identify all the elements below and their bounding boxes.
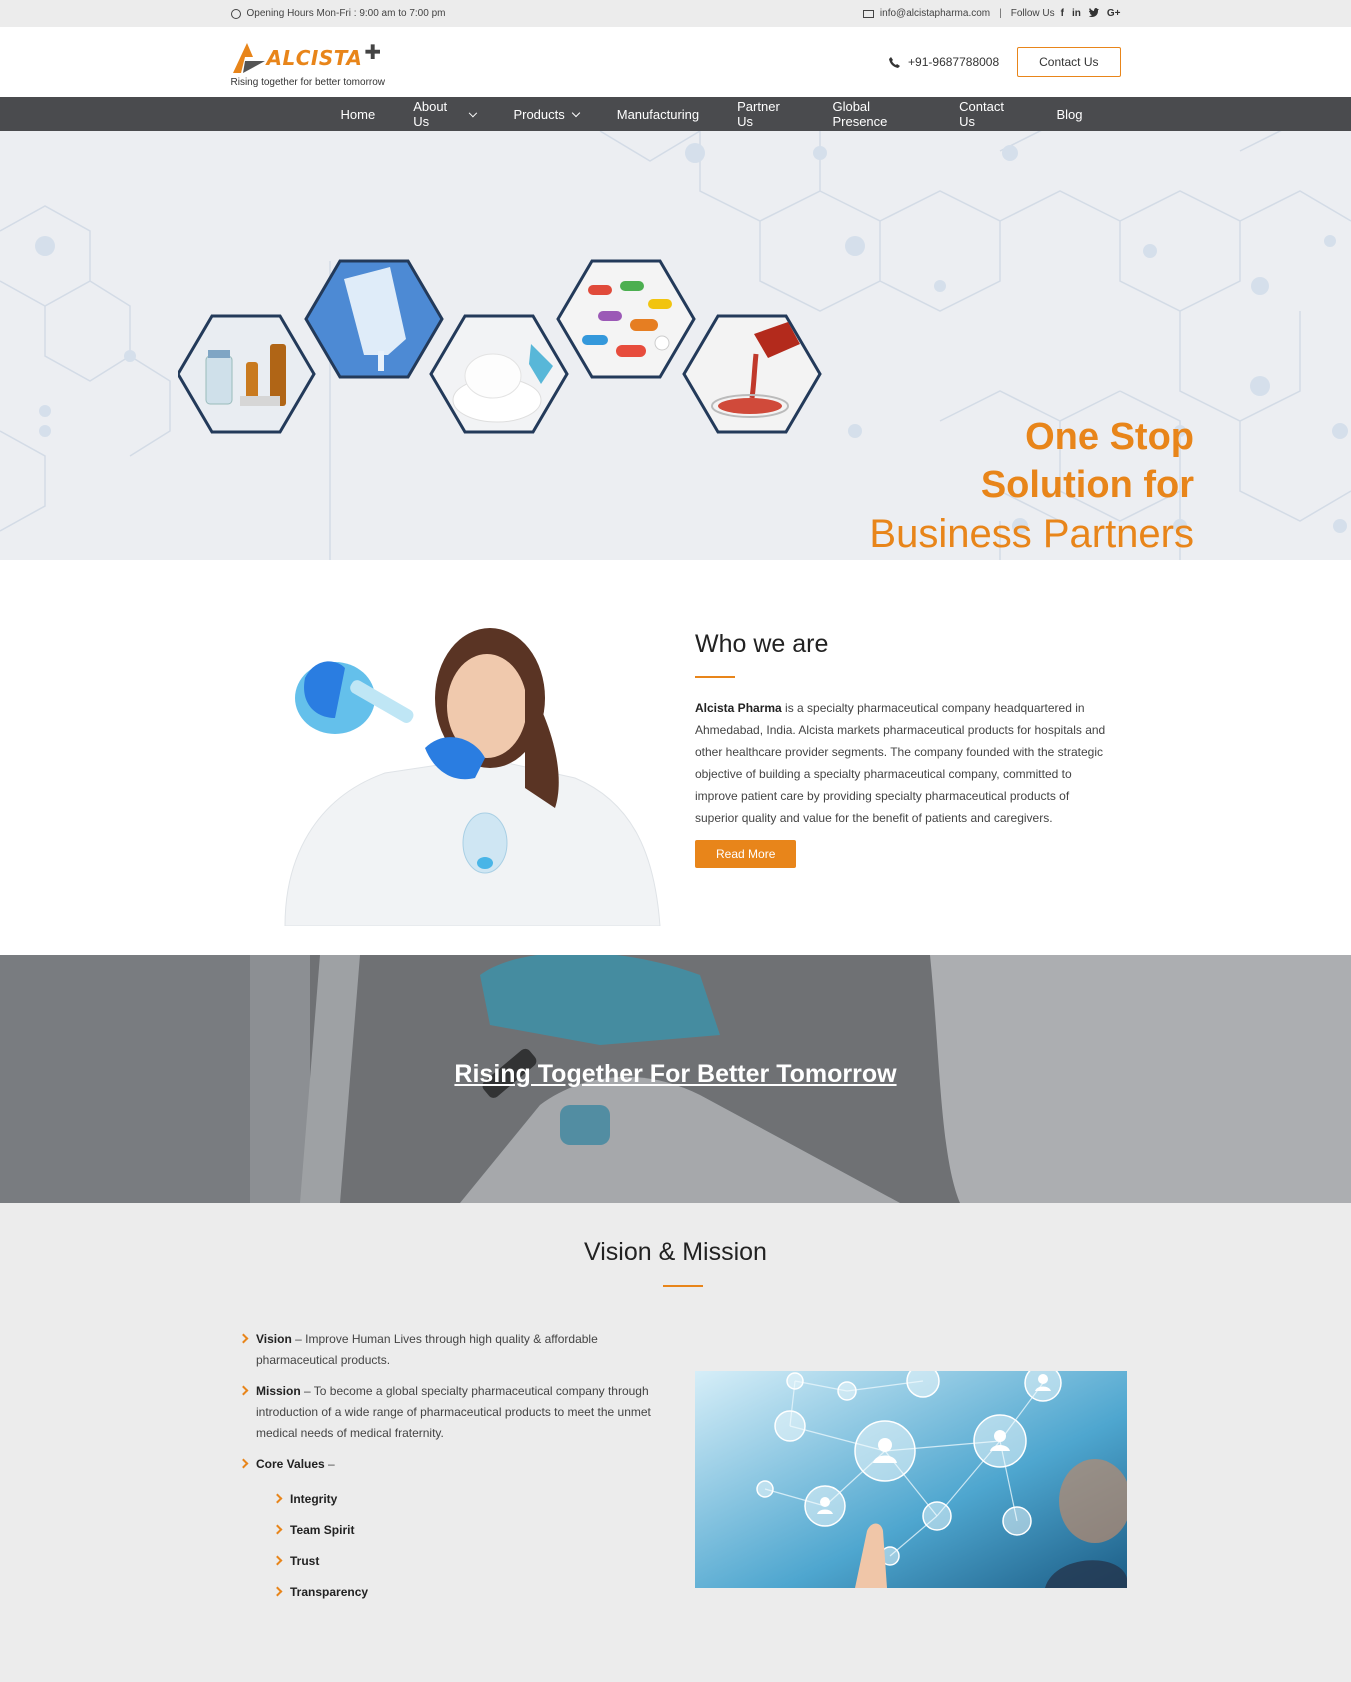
email-link[interactable]: info@alcistapharma.com <box>880 8 990 19</box>
item-text: – <box>324 1457 335 1471</box>
company-name: Alcista Pharma <box>695 701 782 715</box>
separator: | <box>999 8 1002 19</box>
chevron-right-icon <box>272 1555 283 1566</box>
item-term: Vision <box>256 1332 292 1346</box>
facebook-icon[interactable]: f <box>1061 8 1064 20</box>
header: ALCISTA ✚ Rising together for better tom… <box>0 27 1351 97</box>
nav-label: Products <box>513 106 565 122</box>
nav-item-partner-us[interactable]: Partner Us <box>737 99 794 129</box>
phone-text: +91-9687788008 <box>908 55 1000 69</box>
list-item-mission: Mission – To become a global specialty p… <box>238 1381 680 1444</box>
vision-mission-list: Vision – Improve Human Lives through hig… <box>238 1329 680 1613</box>
nav-label: Global Presence <box>832 99 888 129</box>
chevron-right-icon <box>272 1586 283 1597</box>
hero-line-2: Solution for <box>980 464 1194 506</box>
who-we-are-description: Alcista Pharma is a specialty pharmaceut… <box>695 697 1115 829</box>
network-people-image <box>695 1371 1127 1588</box>
nav-item-contact-us[interactable]: Contact Us <box>959 99 1018 129</box>
iv-bag-image <box>304 259 444 379</box>
core-value-team-spirit: Team Spirit <box>272 1520 680 1541</box>
item-term: Mission <box>256 1384 301 1398</box>
list-item-vision: Vision – Improve Human Lives through hig… <box>238 1329 680 1371</box>
who-we-are-title: Who we are <box>695 630 829 658</box>
nav-label: Contact Us <box>959 99 1004 129</box>
main-nav: Home About Us Products Manufacturing Par… <box>0 97 1351 131</box>
nav-item-global-presence[interactable]: Global Presence <box>832 99 921 129</box>
powder-image <box>429 314 569 434</box>
nav-label: Partner Us <box>737 99 780 129</box>
phone-number[interactable]: +91-9687788008 <box>889 55 999 69</box>
nav-label: Manufacturing <box>616 106 700 122</box>
read-more-button[interactable]: Read More <box>695 840 797 868</box>
nav-item-home[interactable]: Home <box>341 107 376 122</box>
chevron-right-icon <box>272 1493 283 1504</box>
phone-icon <box>889 56 901 68</box>
chevron-down-icon <box>468 108 477 117</box>
core-value-label: Transparency <box>290 1585 369 1599</box>
title-underline <box>695 676 735 678</box>
chevron-right-icon <box>238 1333 249 1344</box>
vision-mission-section: Vision & Mission Vision – Improve Human … <box>0 1203 1351 1682</box>
opening-hours: Opening Hours Mon-Fri : 9:00 am to 7:00 … <box>246 8 446 19</box>
topbar: Opening Hours Mon-Fri : 9:00 am to 7:00 … <box>0 0 1351 27</box>
nav-label: About Us <box>413 99 448 129</box>
item-term: Core Values <box>256 1457 325 1471</box>
logo[interactable]: ALCISTA ✚ Rising together for better tom… <box>231 37 386 88</box>
item-text: – Improve Human Lives through high quali… <box>256 1332 598 1367</box>
nav-item-blog[interactable]: Blog <box>1056 107 1082 122</box>
twitter-icon[interactable] <box>1088 7 1099 20</box>
product-hexagons <box>178 259 822 434</box>
nav-item-about-us[interactable]: About Us <box>413 99 477 129</box>
linkedin-icon[interactable]: in <box>1072 8 1081 20</box>
logo-mark-icon <box>232 42 265 73</box>
core-values-list: Integrity Team Spirit Trust Transparency <box>256 1489 680 1603</box>
logo-tagline: Rising together for better tomorrow <box>230 76 386 88</box>
chevron-right-icon <box>238 1458 249 1469</box>
vials-image <box>178 314 316 434</box>
core-value-label: Integrity <box>290 1492 338 1506</box>
nav-label: Blog <box>1056 106 1083 122</box>
chevron-down-icon <box>571 108 580 117</box>
core-value-label: Trust <box>290 1554 320 1568</box>
follow-us-label: Follow Us <box>1010 8 1055 19</box>
banner-title-link[interactable]: Rising Together For Better Tomorrow <box>0 1060 1351 1089</box>
header-contact-button[interactable]: Contact Us <box>1017 47 1121 77</box>
hero-banner: One Stop Solution for Business Partners <box>0 131 1351 560</box>
core-value-label: Team Spirit <box>290 1523 355 1537</box>
item-text: – To become a global specialty pharmaceu… <box>256 1384 651 1440</box>
nav-item-products[interactable]: Products <box>513 106 580 122</box>
who-we-are-body: is a specialty pharmaceutical company he… <box>695 701 1106 825</box>
core-value-transparency: Transparency <box>272 1582 680 1603</box>
chevron-right-icon <box>238 1385 249 1396</box>
nav-label: Home <box>340 106 376 122</box>
google-plus-icon[interactable]: G+ <box>1107 8 1121 20</box>
nav-item-manufacturing[interactable]: Manufacturing <box>617 107 699 122</box>
title-underline <box>663 1285 703 1287</box>
core-value-trust: Trust <box>272 1551 680 1572</box>
scientist-image <box>275 608 665 926</box>
list-item-core-values: Core Values – Integrity Team Spirit Trus… <box>238 1454 680 1603</box>
vision-mission-title: Vision & Mission <box>584 1238 767 1266</box>
who-we-are-section: Who we are Alcista Pharma is a specialty… <box>0 560 1351 955</box>
tagline-banner: Rising Together For Better Tomorrow <box>0 955 1351 1203</box>
pills-image <box>556 259 696 379</box>
clock-icon <box>230 8 241 19</box>
hero-line-1: One Stop <box>1025 416 1194 458</box>
who-we-are-content: Who we are Alcista Pharma is a specialty… <box>695 630 1115 868</box>
chevron-right-icon <box>272 1524 283 1535</box>
syrup-image <box>682 314 822 434</box>
hero-line-3: Business Partners <box>869 512 1194 556</box>
logo-plus-icon: ✚ <box>364 42 382 64</box>
logo-name: ALCISTA <box>266 45 363 70</box>
core-value-integrity: Integrity <box>272 1489 680 1510</box>
envelope-icon <box>862 9 874 18</box>
hero-heading: One Stop Solution for Business Partners <box>869 413 1194 559</box>
